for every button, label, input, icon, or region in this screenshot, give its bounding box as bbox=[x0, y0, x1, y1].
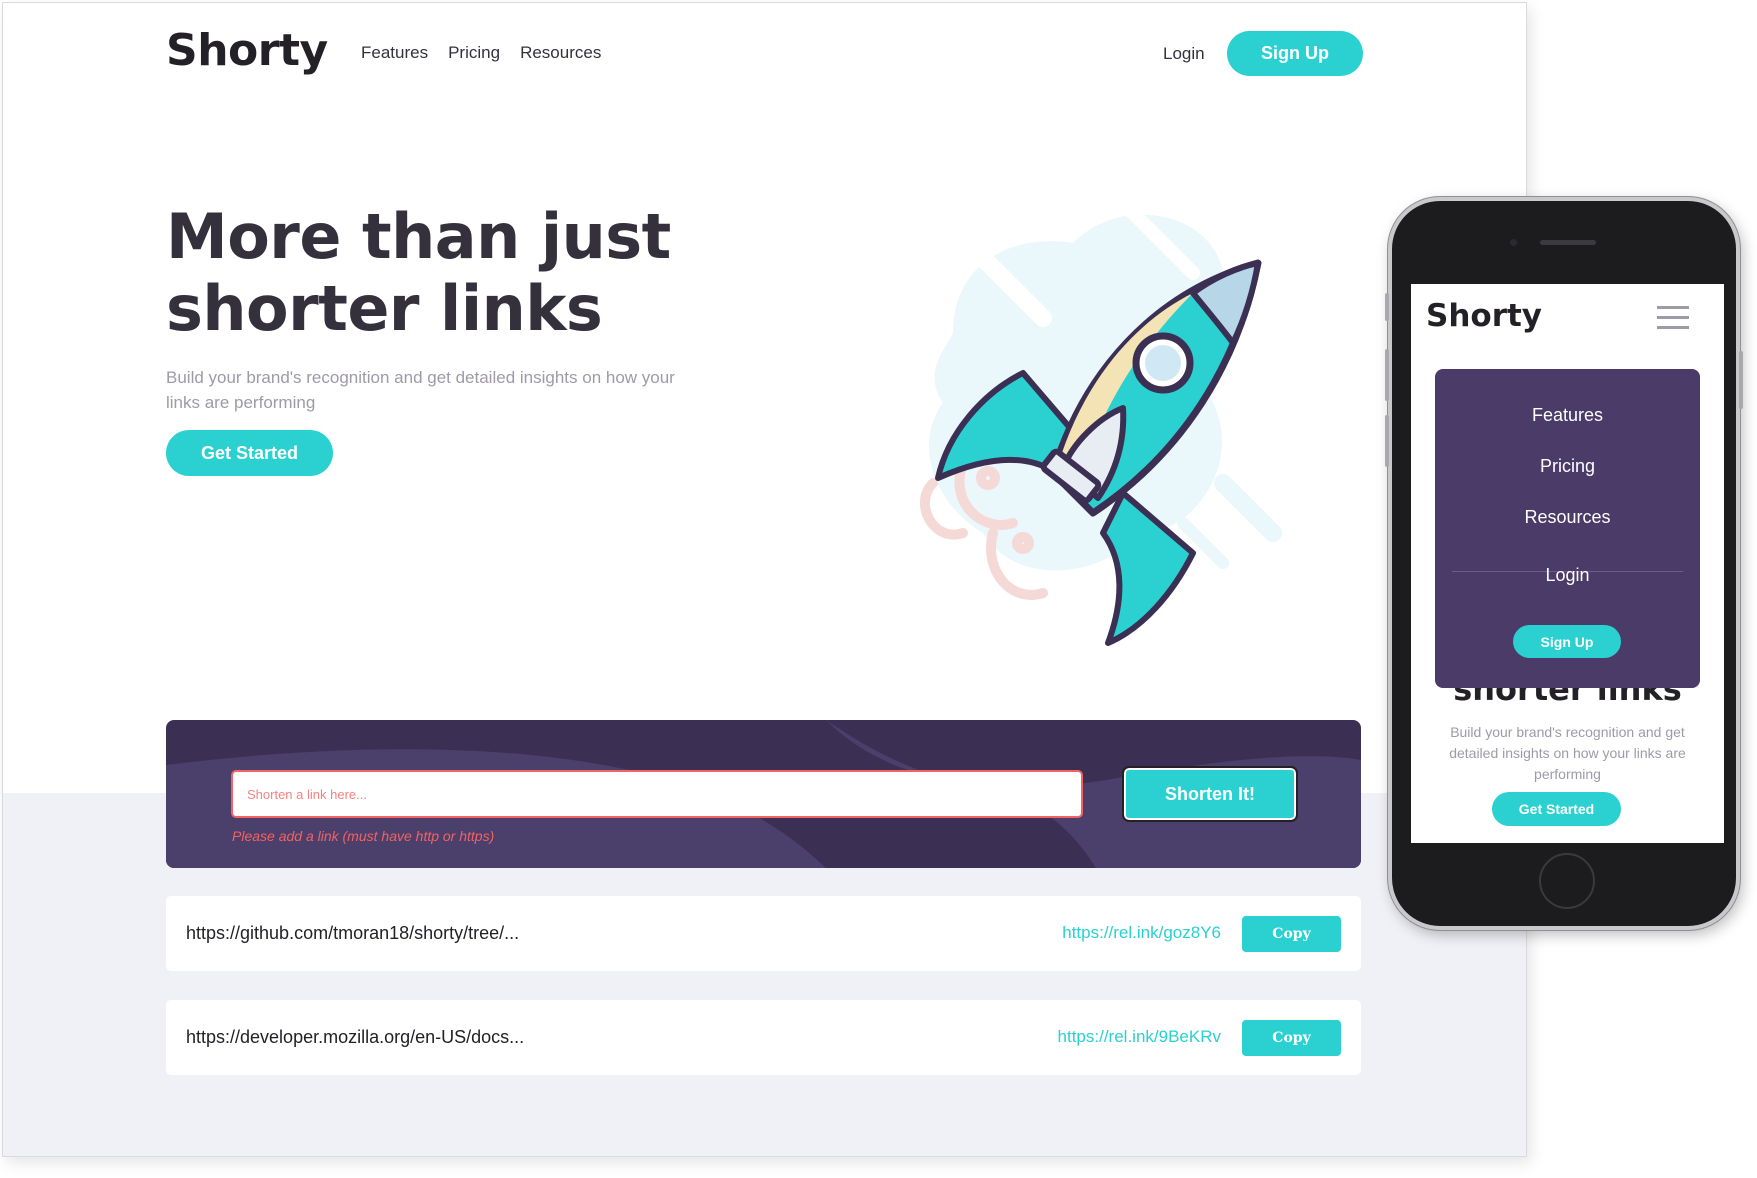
mobile-menu-signup-button[interactable]: Sign Up bbox=[1513, 625, 1621, 658]
get-started-button[interactable]: Get Started bbox=[166, 430, 333, 476]
hero-title: More than just shorter links bbox=[166, 200, 671, 345]
login-link[interactable]: Login bbox=[1163, 44, 1205, 64]
mobile-menu-item-features[interactable]: Features bbox=[1435, 405, 1700, 426]
phone-speaker bbox=[1540, 240, 1596, 245]
phone-mockup: Shorty shorter links Build your brand's … bbox=[1385, 197, 1743, 930]
short-url-link[interactable]: https://rel.ink/goz8Y6 bbox=[1062, 923, 1221, 943]
phone-mute-switch bbox=[1385, 293, 1389, 321]
mobile-menu-item-pricing[interactable]: Pricing bbox=[1435, 456, 1700, 477]
short-url-link[interactable]: https://rel.ink/9BeKRv bbox=[1058, 1027, 1221, 1047]
shorten-it-button[interactable]: Shorten It! bbox=[1122, 766, 1298, 822]
mobile-menu-login[interactable]: Login bbox=[1435, 565, 1700, 586]
original-url: https://github.com/tmoran18/shorty/tree/… bbox=[186, 923, 520, 943]
mobile-menu-item-resources[interactable]: Resources bbox=[1435, 507, 1700, 528]
mobile-get-started-button[interactable]: Get Started bbox=[1492, 792, 1621, 826]
nav-link-pricing[interactable]: Pricing bbox=[448, 43, 500, 63]
phone-power-button bbox=[1739, 351, 1743, 409]
hero-subtitle: Build your brand's recognition and get d… bbox=[166, 368, 675, 412]
shorten-error-message: Please add a link (must have http or htt… bbox=[232, 828, 495, 844]
copy-button[interactable]: Copy bbox=[1242, 1020, 1341, 1056]
result-row: https://developer.mozilla.org/en-US/docs… bbox=[166, 1000, 1361, 1075]
phone-home-button bbox=[1539, 853, 1595, 909]
desktop-preview: Shorty Features Pricing Resources Login … bbox=[2, 2, 1527, 1157]
nav-link-resources[interactable]: Resources bbox=[520, 43, 601, 63]
signup-button[interactable]: Sign Up bbox=[1227, 31, 1363, 76]
result-row: https://github.com/tmoran18/shorty/tree/… bbox=[166, 896, 1361, 971]
shorten-panel: Please add a link (must have http or htt… bbox=[166, 720, 1361, 868]
logo[interactable]: Shorty bbox=[166, 25, 328, 76]
site-header: Shorty Features Pricing Resources Login … bbox=[3, 3, 1526, 103]
copy-button[interactable]: Copy bbox=[1242, 916, 1341, 952]
mobile-hero-subtitle: Build your brand's recognition and get d… bbox=[1449, 724, 1686, 782]
main-nav: Features Pricing Resources bbox=[361, 43, 601, 63]
original-url: https://developer.mozilla.org/en-US/docs… bbox=[186, 1027, 525, 1047]
phone-volume-up bbox=[1385, 349, 1389, 401]
mobile-screen: Shorty shorter links Build your brand's … bbox=[1411, 284, 1724, 843]
mobile-logo[interactable]: Shorty bbox=[1426, 298, 1542, 334]
mobile-nav-menu: Features Pricing Resources Login Sign Up bbox=[1435, 369, 1700, 688]
phone-volume-down bbox=[1385, 415, 1389, 467]
nav-link-features[interactable]: Features bbox=[361, 43, 428, 63]
front-camera-icon bbox=[1510, 239, 1517, 246]
hamburger-icon[interactable] bbox=[1657, 306, 1689, 330]
shorten-url-input[interactable] bbox=[231, 770, 1083, 818]
rocket-icon bbox=[919, 206, 1282, 646]
